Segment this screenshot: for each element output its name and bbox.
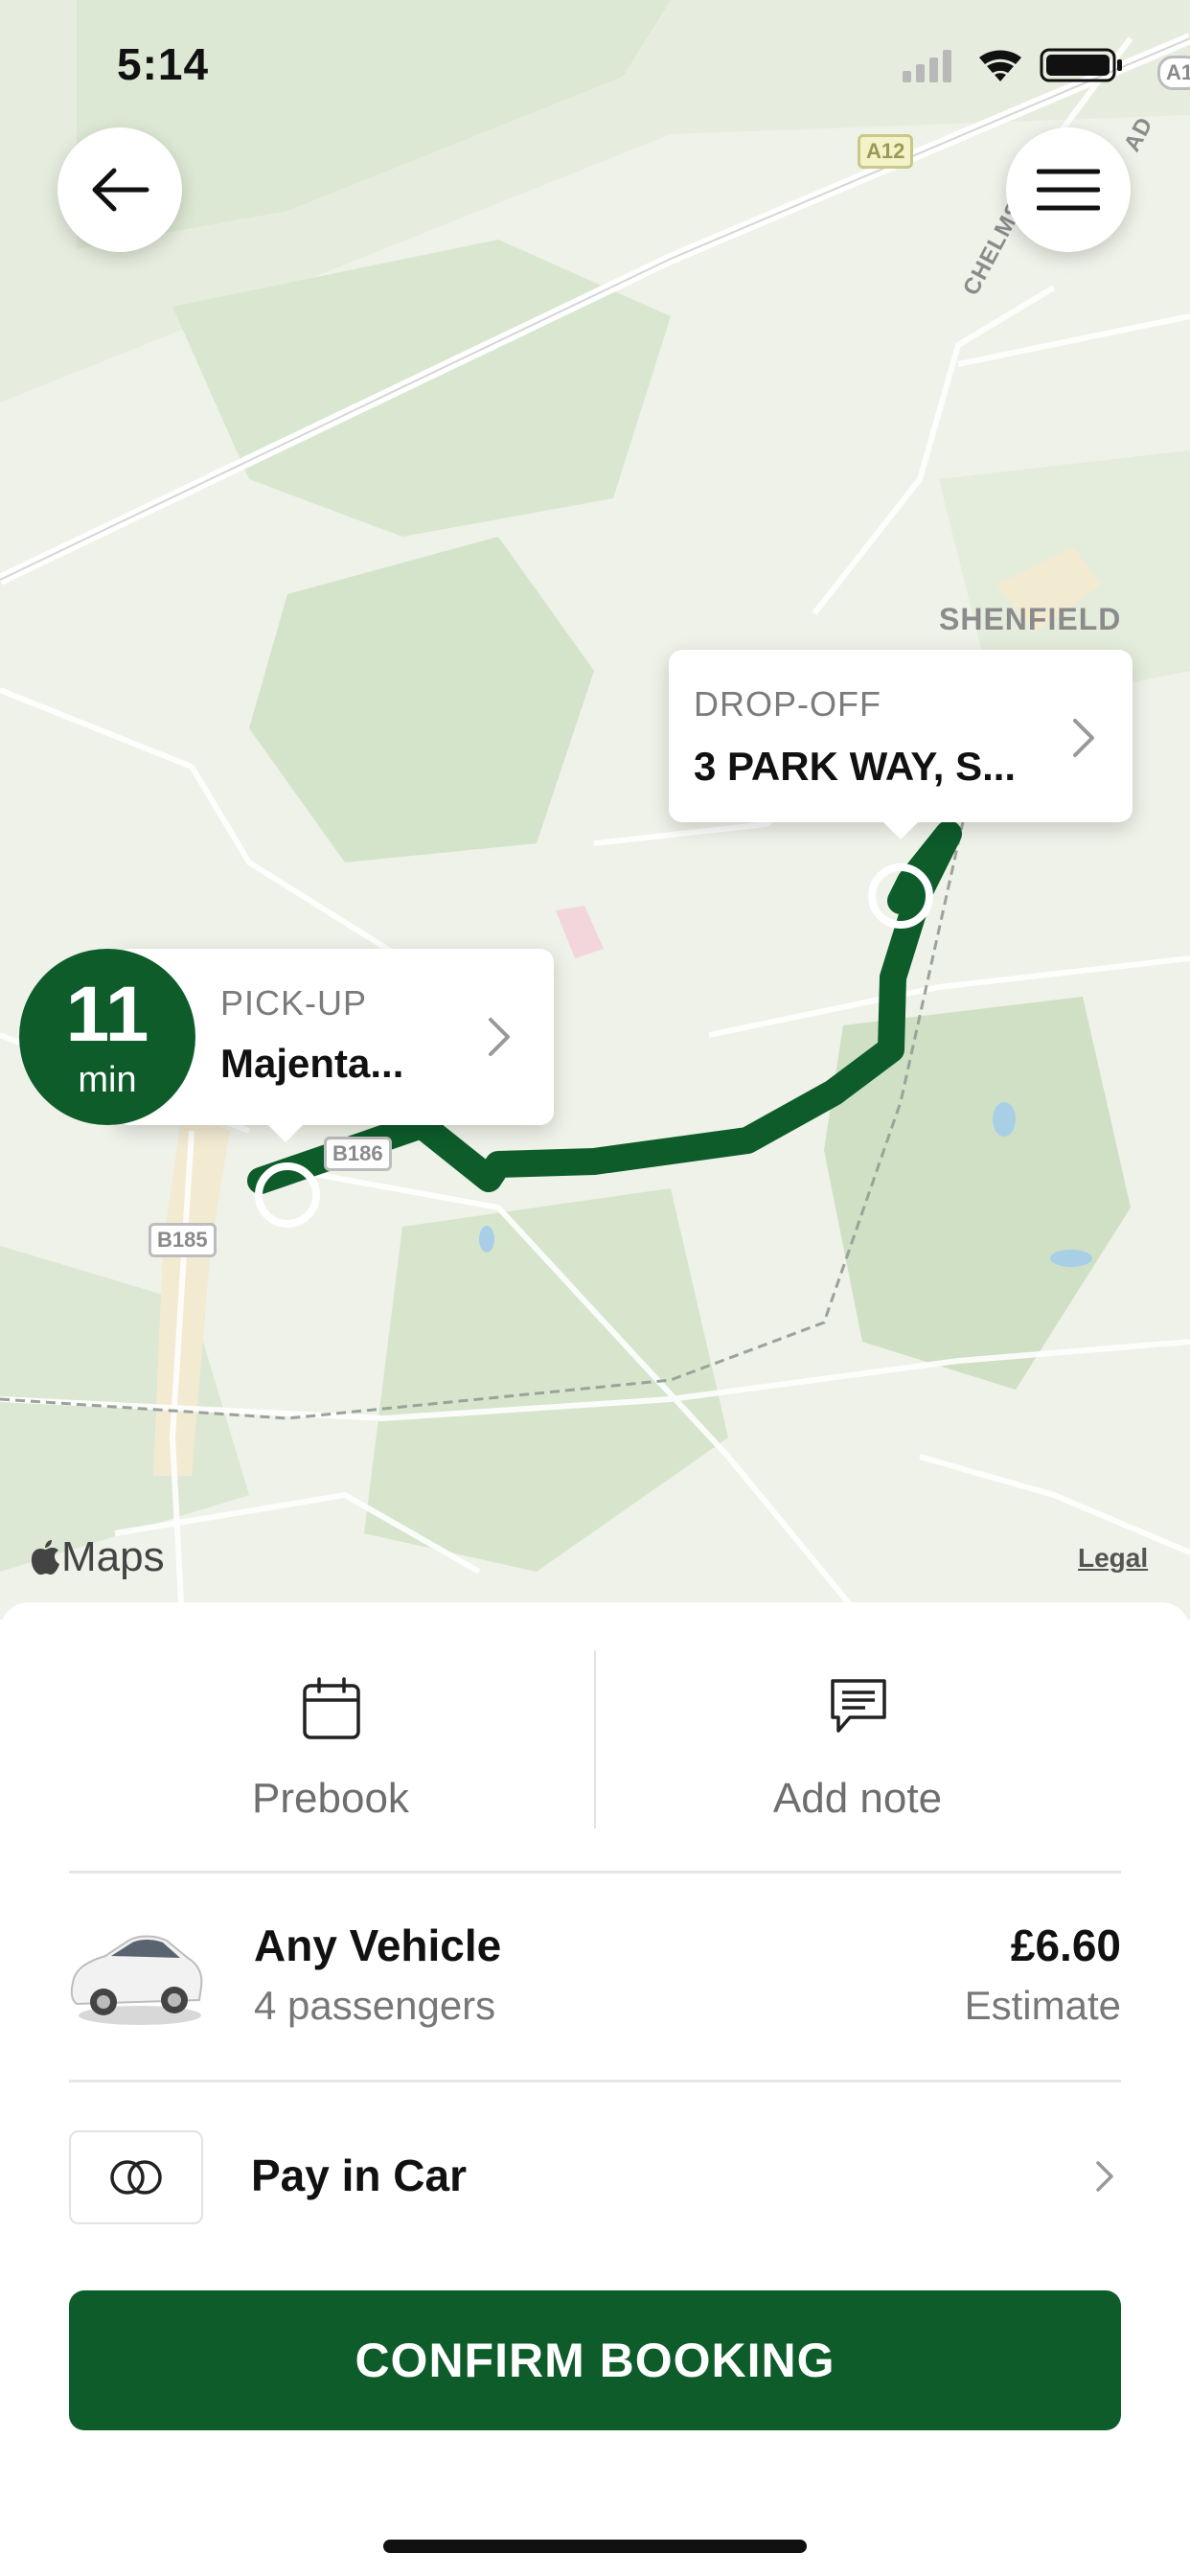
cellular-signal-icon — [903, 50, 951, 82]
battery-icon — [1040, 48, 1122, 82]
vehicle-price: £6.60 — [1010, 1920, 1121, 1970]
add-note-label: Add note — [772, 1775, 943, 1822]
dropoff-label: DROP-OFF — [694, 684, 881, 724]
pickup-address: Majenta... — [220, 1041, 404, 1086]
price-estimate-label: Estimate — [964, 1983, 1121, 2028]
pickup-callout-tail — [268, 1125, 303, 1142]
wifi-icon — [979, 50, 1021, 81]
calendar-icon — [303, 1677, 360, 1739]
vehicle-passengers: 4 passengers — [254, 1983, 496, 2028]
hamburger-menu-icon — [1037, 169, 1100, 211]
vehicle-name: Any Vehicle — [254, 1920, 502, 1970]
arrow-left-icon — [92, 168, 149, 212]
place-label-shenfield: SHENFIELD — [939, 602, 1122, 636]
eta-unit: min — [78, 1060, 137, 1100]
apple-logo-icon — [31, 1540, 59, 1576]
cash-icon — [110, 2160, 162, 2195]
menu-button[interactable] — [1006, 127, 1131, 252]
confirm-booking-button[interactable]: CONFIRM BOOKING — [69, 2290, 1121, 2430]
message-icon — [831, 1679, 886, 1733]
prebook-button[interactable]: Prebook — [67, 1648, 594, 1850]
car-image — [70, 1935, 203, 2025]
payment-icon-box — [69, 2130, 203, 2224]
chevron-right-icon — [489, 1018, 510, 1056]
home-indicator — [383, 2540, 807, 2553]
road-shield-b185: B185 — [149, 1223, 217, 1257]
map-view[interactable]: A12 B186 B185 A1 SHENFIELD CHELMS AD 5:1… — [0, 0, 1190, 1620]
dropoff-callout[interactable]: DROP-OFF 3 PARK WAY, S... — [669, 650, 1133, 840]
maps-brand-label: Maps — [61, 1533, 165, 1580]
chevron-right-icon — [1073, 719, 1094, 757]
pickup-label: PICK-UP — [220, 983, 368, 1023]
dropoff-address: 3 PARK WAY, S... — [694, 744, 1017, 789]
road-shield-a12: A12 — [858, 134, 914, 169]
road-shield-edge: A1 — [1157, 56, 1190, 90]
chevron-right-icon — [1096, 2161, 1113, 2192]
eta-badge: 11 min — [19, 949, 195, 1125]
add-note-button[interactable]: Add note — [594, 1648, 1121, 1850]
payment-label: Pay in Car — [251, 2150, 467, 2200]
status-time: 5:14 — [117, 39, 210, 89]
eta-value: 11 — [65, 971, 149, 1058]
back-button[interactable] — [57, 127, 182, 252]
maps-attribution: Maps — [29, 1533, 165, 1581]
status-icons — [903, 48, 1122, 82]
payment-method-row[interactable]: Pay in Car — [0, 2082, 1190, 2274]
road-shield-b186: B186 — [324, 1137, 392, 1171]
legal-link[interactable]: Legal — [1078, 1543, 1148, 1574]
vehicle-option[interactable]: Any Vehicle 4 passengers £6.60 Estimate — [0, 1874, 1190, 2080]
prebook-label: Prebook — [252, 1775, 409, 1822]
dropoff-callout-tail — [883, 822, 918, 840]
